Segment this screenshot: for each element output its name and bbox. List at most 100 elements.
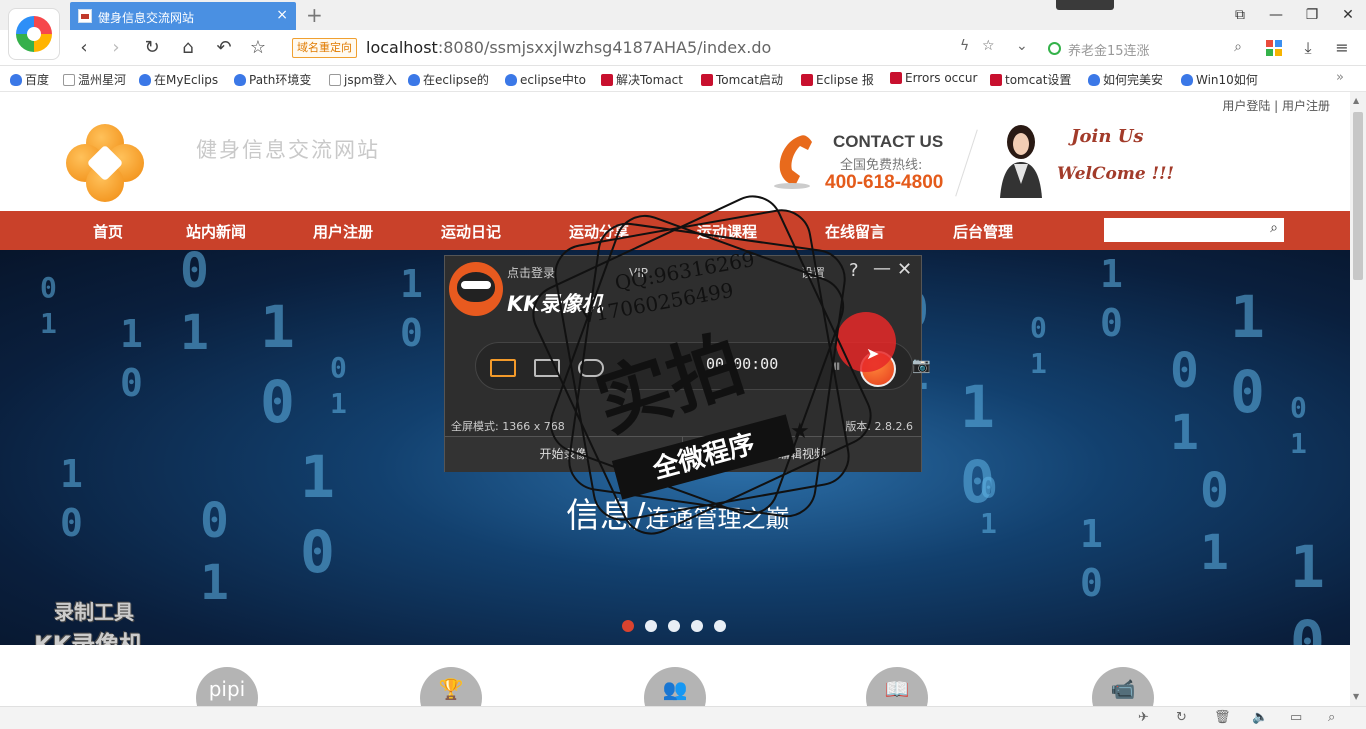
nav-courses[interactable]: 运动课程 [697, 221, 757, 242]
forward-button[interactable]: › [104, 36, 128, 60]
camera-icon[interactable]: 📷 [912, 356, 931, 374]
feature-icons-row: pipi 🏆 👥 📖 📹 [0, 645, 1350, 706]
nav-register[interactable]: 用户注册 [313, 221, 373, 242]
refresh-icon[interactable]: ↻ [1176, 710, 1187, 725]
nav-admin[interactable]: 后台管理 [953, 221, 1013, 242]
binary-digit: 0 1 [1030, 311, 1047, 381]
nav-messages[interactable]: 在线留言 [825, 221, 885, 242]
book-icon[interactable]: 📖 [866, 667, 928, 706]
bookmark-item[interactable]: 如何完美安 [1088, 71, 1163, 88]
redirect-badge[interactable]: 域名重定向 [292, 38, 357, 58]
window-maximize-button[interactable]: ❐ [1294, 0, 1330, 30]
nav-home[interactable]: 首页 [93, 221, 123, 242]
nav-news[interactable]: 站内新闻 [186, 221, 246, 242]
bookmark-item[interactable]: eclipse中to [505, 71, 586, 88]
undo-close-button[interactable]: ↶ [212, 36, 236, 60]
user-login-register-links[interactable]: 用户登陆 | 用户注册 [1222, 97, 1330, 114]
browser-status-bar: ✈ ↻ 🗑 🔈 ▭ ⌕ [0, 706, 1366, 729]
recorder-vip-link[interactable]: VIP [629, 266, 648, 280]
site-favicon-icon [78, 9, 92, 23]
scroll-down-icon[interactable]: ▼ [1353, 692, 1359, 701]
tab-close-icon[interactable]: × [276, 7, 288, 23]
address-bar[interactable]: 域名重定向 localhost:8080/ssmjsxxjlwzhsg4187A… [288, 34, 1036, 62]
binary-digit: 1 0 [1230, 283, 1265, 427]
bookmark-item[interactable]: 温州星河 [63, 71, 126, 88]
bookmarks-bar: 百度 温州星河 在MyEclips Path环境变 jspm登入 在eclips… [0, 66, 1366, 92]
reload-button[interactable]: ↻ [140, 36, 164, 60]
trophy-icon[interactable]: 🏆 [420, 667, 482, 706]
cursor-highlight [836, 312, 896, 372]
binary-digit: 1 0 [1290, 533, 1325, 645]
recorder-watermark: 录制工具 KK录像机 [34, 600, 144, 645]
bookmark-star-icon[interactable]: ☆ [982, 38, 995, 54]
browser-logo-icon[interactable] [8, 8, 60, 60]
bookmark-item[interactable]: Errors occur [890, 71, 977, 85]
binary-digit: 0 1 [1170, 343, 1199, 462]
page-scrollbar[interactable]: ▲ ▼ [1350, 92, 1366, 706]
carousel-dot[interactable] [622, 620, 634, 632]
carousel-dot[interactable] [691, 620, 703, 632]
url-text[interactable]: localhost:8080/ssmjsxxjlwzhsg4187AHA5/in… [366, 38, 771, 57]
tab-active[interactable]: 健身信息交流网站 × [70, 2, 296, 30]
bookmark-item[interactable]: tomcat设置 [990, 71, 1071, 88]
recorder-minimize-button[interactable]: — [873, 258, 891, 279]
search-icon[interactable]: ⌕ [1234, 39, 1242, 55]
video-icon[interactable]: 📹 [1092, 667, 1154, 706]
scrollbar-thumb[interactable] [1353, 112, 1363, 280]
bookmark-item[interactable]: Eclipse 报 [801, 71, 874, 88]
download-icon[interactable]: ⤓ [1296, 36, 1320, 60]
recorder-login-link[interactable]: 点击登录 [507, 264, 555, 281]
bookmark-item[interactable]: Win10如何 [1181, 71, 1258, 88]
recorder-settings-button[interactable]: 设置 [801, 264, 825, 281]
carousel-dot[interactable] [645, 620, 657, 632]
fullscreen-mode-icon[interactable] [490, 359, 516, 377]
binary-digit: 0 1 [980, 471, 997, 541]
recorder-mini-bar[interactable] [1056, 0, 1114, 10]
rocket-icon[interactable]: ✈ [1138, 710, 1149, 725]
search-icon[interactable]: ⌕ [1270, 220, 1278, 236]
woman-avatar-icon [1000, 125, 1042, 198]
bookmark-item[interactable]: 百度 [10, 71, 49, 88]
site-search-input[interactable]: ⌕ [1104, 218, 1284, 242]
new-tab-button[interactable]: + [306, 3, 323, 27]
bookmark-item[interactable]: Tomcat启动 [701, 71, 783, 88]
nav-share[interactable]: 运动分享 [569, 221, 629, 242]
window-mode-icon[interactable] [578, 359, 604, 377]
favorite-star-button[interactable]: ☆ [246, 36, 270, 60]
nav-diary[interactable]: 运动日记 [441, 221, 501, 242]
back-button[interactable]: ‹ [72, 36, 96, 60]
home-button[interactable]: ⌂ [176, 36, 200, 60]
window-icon[interactable]: ▭ [1290, 710, 1302, 725]
window-close-button[interactable]: ✕ [1330, 0, 1366, 30]
pause-icon[interactable]: ⏸ [832, 356, 841, 377]
bookmark-item[interactable]: 在eclipse的 [408, 71, 489, 88]
region-mode-icon[interactable] [534, 359, 560, 377]
window-minimize-button[interactable]: — [1258, 0, 1294, 30]
lightning-icon[interactable]: ϟ [960, 38, 969, 54]
menu-icon[interactable]: ≡ [1330, 36, 1354, 60]
scroll-up-icon[interactable]: ▲ [1353, 96, 1359, 105]
apps-grid-icon[interactable] [1262, 36, 1286, 60]
search-input[interactable]: 养老金15连涨 ⌕ [1040, 34, 1252, 62]
site-logo[interactable] [66, 124, 144, 202]
bookmark-item[interactable]: jspm登入 [329, 71, 397, 88]
carousel-dot[interactable] [668, 620, 680, 632]
bookmark-item[interactable]: 在MyEclips [139, 71, 218, 88]
recorder-brand: KK录像机 [507, 292, 603, 316]
help-icon[interactable]: ? [849, 260, 859, 281]
trash-icon[interactable]: 🗑 [1214, 710, 1231, 725]
bookmarks-more-icon[interactable]: » [1336, 70, 1344, 85]
people-icon[interactable]: 👥 [644, 667, 706, 706]
bookmark-item[interactable]: Path环境变 [234, 71, 311, 88]
feature-pipi-icon[interactable]: pipi [196, 667, 258, 706]
start-recording-button[interactable]: 开始录像 [445, 437, 683, 473]
window-restore-icon[interactable]: ⧉ [1222, 0, 1258, 30]
sound-icon[interactable]: 🔈 [1252, 710, 1268, 725]
chevron-down-icon[interactable]: ⌄ [1016, 38, 1028, 54]
recorder-close-button[interactable]: ✕ [897, 259, 912, 280]
hotline-label: 全国免费热线: [840, 158, 923, 173]
carousel-dot[interactable] [714, 620, 726, 632]
zoom-icon[interactable]: ⌕ [1328, 710, 1335, 725]
edit-video-button[interactable]: 编辑视频 [683, 437, 921, 473]
bookmark-item[interactable]: 解决Tomact [601, 71, 683, 88]
